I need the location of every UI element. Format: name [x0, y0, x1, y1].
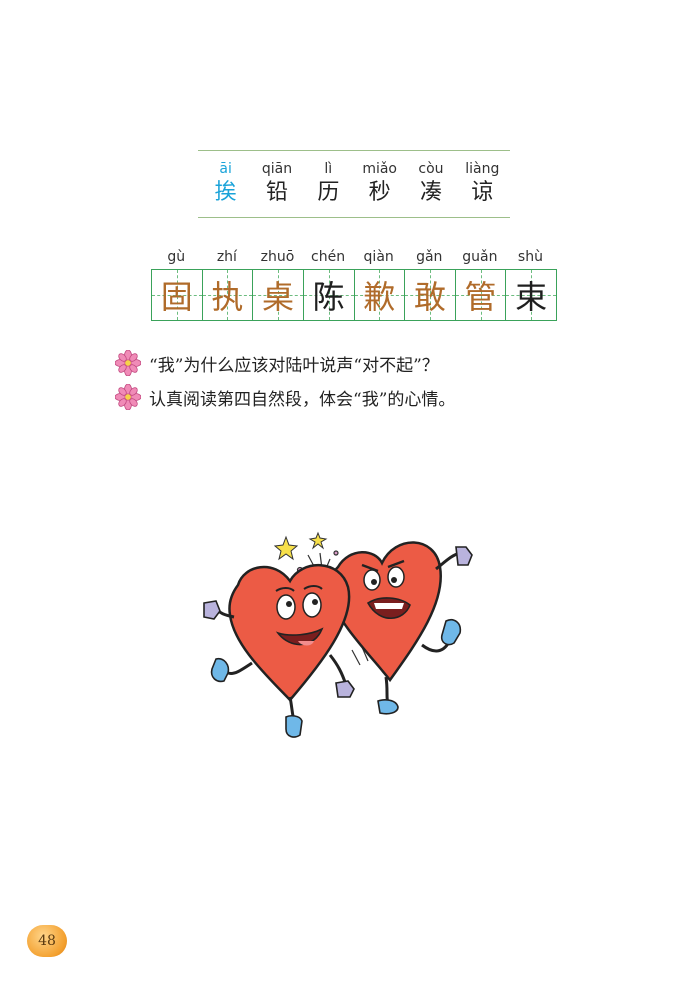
write-pinyin: zhí	[216, 249, 237, 265]
writing-pinyin-row: gù zhí zhuō chén qiàn gǎn guǎn shù	[151, 249, 556, 265]
write-pinyin: shù	[517, 249, 543, 265]
grid-cell: 束	[506, 270, 556, 320]
read-hanzi: 铅	[265, 180, 288, 205]
question-item: 认真阅读第四自然段，体会“我”的心情。	[115, 384, 455, 410]
read-pinyin: còu	[418, 161, 444, 177]
grid-cell: 敢	[405, 270, 456, 320]
top-divider	[198, 150, 510, 151]
read-pinyin: liàng	[465, 161, 500, 177]
read-char-item: miǎo 秒	[354, 160, 405, 208]
write-hanzi: 桌	[262, 278, 295, 316]
read-char-item: còu 凑	[405, 160, 456, 208]
write-hanzi: 执	[211, 278, 244, 316]
write-pinyin: chén	[311, 249, 346, 265]
write-hanzi: 束	[515, 278, 548, 316]
write-hanzi: 陈	[312, 278, 345, 316]
bottom-divider	[198, 217, 510, 218]
read-pinyin: lì	[324, 161, 333, 177]
read-hanzi: 历	[317, 180, 340, 205]
read-char-item: qiān 铅	[251, 160, 302, 208]
star-icon	[273, 535, 299, 561]
read-pinyin: āi	[219, 161, 232, 177]
page-number: 48	[38, 933, 56, 949]
write-pinyin: zhuō	[260, 249, 295, 265]
read-pinyin: miǎo	[362, 161, 397, 177]
write-hanzi: 歉	[363, 278, 396, 316]
reading-characters-row: āi 挨 qiān 铅 lì 历 miǎo 秒 còu 凑 liàng 谅	[200, 160, 508, 208]
grid-cell: 桌	[253, 270, 304, 320]
flower-bullet-icon	[115, 384, 141, 410]
read-pinyin: qiān	[261, 161, 293, 177]
two-hearts-illustration	[203, 531, 473, 738]
read-char-item: āi 挨	[200, 160, 251, 208]
question-text: “我”为什么应该对陆叶说声“对不起”？	[149, 355, 439, 376]
left-heart-character	[203, 564, 355, 738]
grid-cell: 执	[202, 270, 254, 320]
writing-grid: 固 执 桌 陈 歉 敢 管 束	[151, 269, 557, 321]
question-text: 认真阅读第四自然段，体会“我”的心情。	[149, 389, 456, 410]
write-pinyin: qiàn	[363, 249, 394, 265]
read-char-item: liàng 谅	[457, 160, 508, 208]
write-pinyin: guǎn	[462, 249, 498, 265]
write-pinyin: gǎn	[416, 249, 443, 265]
grid-cell: 固	[152, 270, 203, 320]
read-hanzi: 凑	[419, 180, 442, 205]
flower-bullet-icon	[115, 350, 141, 376]
read-hanzi: 秒	[368, 180, 391, 205]
write-pinyin: gù	[167, 249, 186, 265]
write-hanzi: 管	[464, 278, 497, 316]
write-hanzi: 固	[160, 278, 193, 316]
write-hanzi: 敢	[413, 278, 446, 316]
grid-cell: 陈	[303, 270, 355, 320]
grid-cell: 管	[455, 270, 507, 320]
page-number-badge: 48	[27, 925, 67, 957]
read-char-item: lì 历	[303, 160, 354, 208]
star-icon	[308, 531, 328, 550]
read-hanzi: 谅	[471, 180, 494, 205]
grid-cell: 歉	[354, 270, 406, 320]
read-hanzi: 挨	[214, 180, 237, 205]
question-item: “我”为什么应该对陆叶说声“对不起”？	[115, 350, 439, 376]
